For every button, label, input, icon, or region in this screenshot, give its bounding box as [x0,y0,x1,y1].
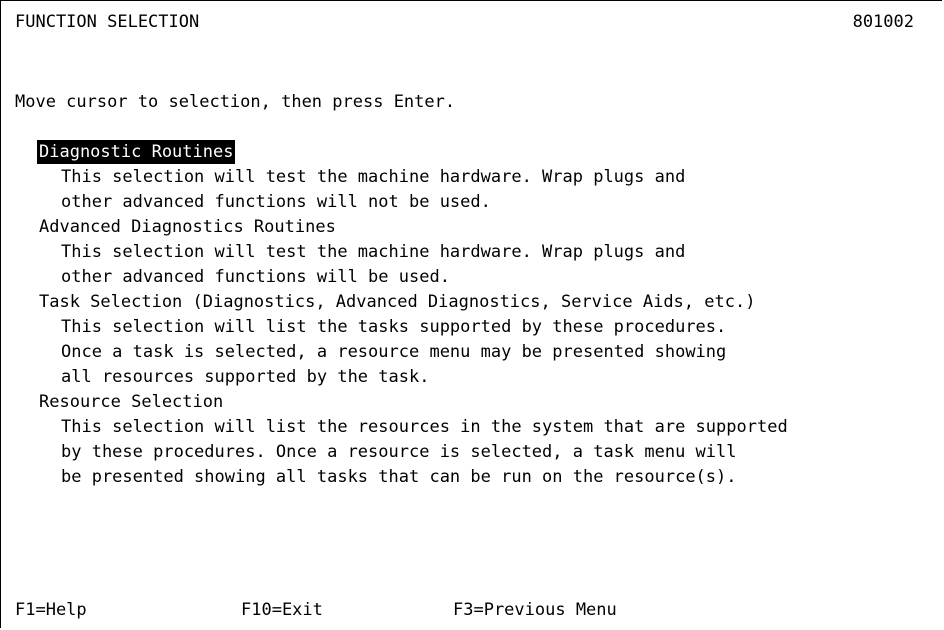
menu-item-description: be presented showing all tasks that can … [61,467,737,487]
menu-item-description: other advanced functions will be used. [61,267,450,287]
menu-item-resource-selection[interactable]: Resource Selection [37,390,225,414]
f3-previous-menu-key[interactable]: F3=Previous Menu [453,598,617,622]
menu-item-description: This selection will list the tasks suppo… [61,317,727,337]
menu-item-task-selection[interactable]: Task Selection (Diagnostics, Advanced Di… [37,290,757,314]
menu-item-description: This selection will list the resources i… [61,417,788,437]
f10-exit-key[interactable]: F10=Exit [241,598,323,622]
menu-item-description: other advanced functions will not be use… [61,192,491,212]
menu-item-description: This selection will test the machine har… [61,242,686,262]
terminal-screen: FUNCTION SELECTION 801002 Move cursor to… [0,0,942,628]
menu-item-advanced-diagnostics-routines[interactable]: Advanced Diagnostics Routines [37,215,338,239]
screen-title: FUNCTION SELECTION [15,12,200,32]
menu-item-description: all resources supported by the task. [61,367,430,387]
menu-item-description: This selection will test the machine har… [61,167,686,187]
menu-item-description: by these procedures. Once a resource is … [61,442,737,462]
menu-item-description: Once a task is selected, a resource menu… [61,342,727,362]
screen-id: 801002 [852,12,914,32]
f1-help-key[interactable]: F1=Help [15,598,87,622]
menu-item-diagnostic-routines[interactable]: Diagnostic Routines [37,140,236,164]
instruction-text: Move cursor to selection, then press Ent… [15,92,456,112]
